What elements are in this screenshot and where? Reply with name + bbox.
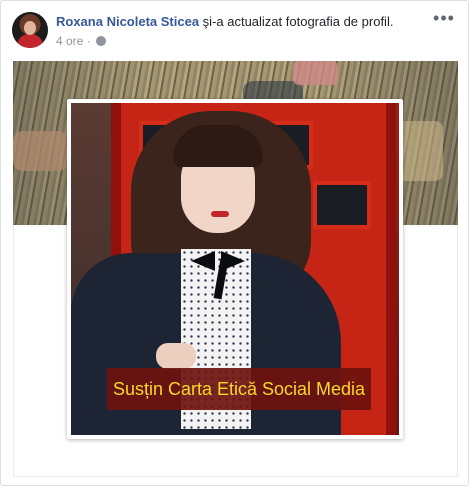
avatar-figure-face: [24, 21, 36, 35]
profile-picture-frame[interactable]: Susțin Carta Etică Social Media: [67, 99, 403, 439]
portrait-lips: [211, 211, 229, 217]
booth-window: [313, 181, 371, 229]
banner-text: Susțin Carta Etică Social Media: [112, 378, 366, 399]
profile-picture[interactable]: Susțin Carta Etică Social Media: [71, 103, 399, 435]
author-name-link[interactable]: Roxana Nicoleta Sticea: [56, 14, 199, 29]
post-headline: Roxana Nicoleta Sticea şi-a actualizat f…: [56, 14, 393, 29]
avatar-figure-body: [17, 34, 43, 48]
ellipsis-icon[interactable]: •••: [433, 9, 455, 28]
post-timestamp[interactable]: 4 ore: [56, 34, 83, 48]
portrait-bangs: [173, 125, 263, 167]
meta-separator: ·: [86, 34, 91, 48]
post-card: Roxana Nicoleta Sticea şi-a actualizat f…: [0, 0, 469, 486]
post-meta: 4 ore ·: [56, 34, 107, 48]
globe-icon[interactable]: [96, 36, 107, 46]
bow-tie-left: [191, 251, 215, 271]
cover-detail: [13, 131, 68, 171]
post-header: Roxana Nicoleta Sticea şi-a actualizat f…: [12, 9, 457, 52]
post-action-text: şi-a actualizat fotografia de profil.: [199, 14, 394, 29]
author-avatar[interactable]: [12, 12, 48, 48]
cover-detail: [293, 61, 338, 85]
portrait-hand: [156, 343, 196, 369]
profile-frame-banner: Susțin Carta Etică Social Media: [107, 368, 371, 410]
